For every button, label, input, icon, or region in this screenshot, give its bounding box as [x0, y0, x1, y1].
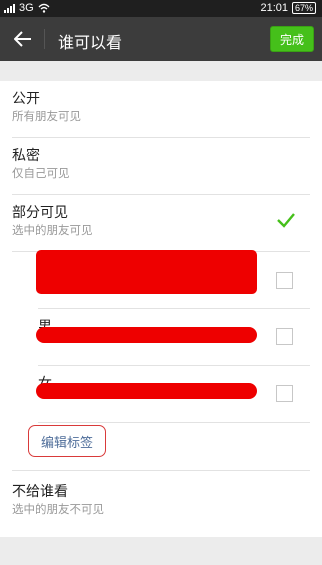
tag-item[interactable]: 女 — [0, 366, 322, 422]
done-button[interactable]: 完成 — [270, 26, 314, 52]
option-description: 所有朋友可见 — [12, 109, 81, 123]
option-description: 仅自己可见 — [12, 166, 70, 180]
option-label: 公开 — [12, 91, 40, 107]
battery-icon: 67% — [291, 2, 316, 14]
tag-item[interactable] — [0, 250, 322, 308]
redaction-mark — [36, 250, 257, 294]
option-partial[interactable]: 部分可见 选中的朋友可见 — [0, 195, 322, 251]
status-time: 21:01 — [260, 2, 288, 14]
page-title: 谁可以看 — [58, 33, 123, 52]
battery-level: 67% — [294, 3, 313, 13]
title-bar: 谁可以看 完成 — [0, 17, 322, 61]
tag-checkbox[interactable] — [276, 385, 293, 402]
divider — [38, 422, 310, 423]
wifi-icon — [38, 3, 50, 13]
top-gap — [0, 61, 322, 81]
status-left: 3G — [4, 2, 50, 14]
redaction-mark — [36, 327, 257, 343]
edit-tags-link[interactable]: 编辑标签 — [28, 425, 106, 457]
redaction-mark — [36, 383, 257, 399]
visibility-list: 公开 所有朋友可见 私密 仅自己可见 部分可见 选中的朋友可见 男 女 编辑标签… — [0, 81, 322, 537]
status-right: 21:01 67% — [260, 2, 316, 14]
option-description: 选中的朋友不可见 — [12, 502, 104, 516]
bottom-gap — [0, 537, 322, 565]
option-private[interactable]: 私密 仅自己可见 — [0, 138, 322, 194]
option-label: 不给谁看 — [12, 484, 68, 500]
network-type: 3G — [19, 2, 34, 14]
option-label: 私密 — [12, 148, 40, 164]
status-bar: 3G 21:01 67% — [0, 0, 322, 17]
title-divider — [44, 29, 45, 49]
arrow-left-icon — [14, 31, 31, 47]
back-button[interactable] — [10, 26, 36, 52]
option-description: 选中的朋友可见 — [12, 223, 93, 237]
tag-checkbox[interactable] — [276, 272, 293, 289]
tag-checkbox[interactable] — [276, 328, 293, 345]
tag-item[interactable]: 男 — [0, 309, 322, 365]
option-exclude[interactable]: 不给谁看 选中的朋友不可见 — [0, 471, 322, 527]
signal-icon — [4, 3, 15, 13]
option-label: 部分可见 — [12, 205, 68, 221]
checkmark-icon — [277, 213, 295, 228]
option-public[interactable]: 公开 所有朋友可见 — [0, 81, 322, 137]
